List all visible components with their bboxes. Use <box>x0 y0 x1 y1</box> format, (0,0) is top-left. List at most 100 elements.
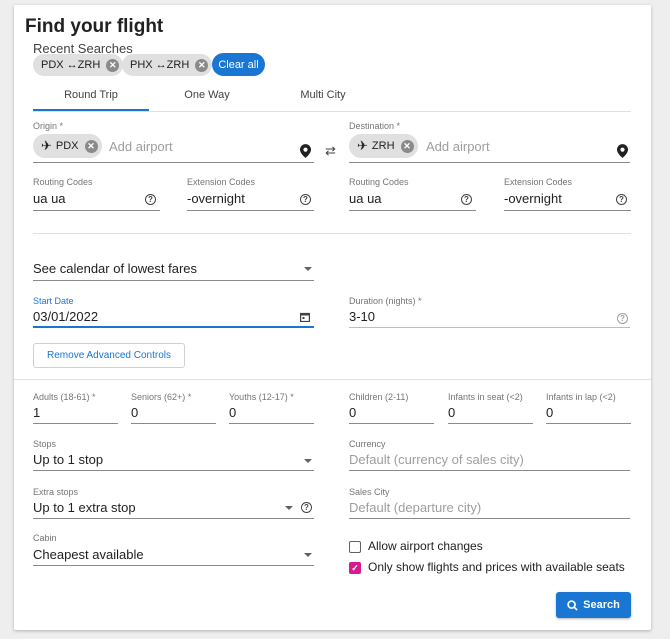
swap-icon[interactable]: ⇄ <box>325 143 336 159</box>
help-icon[interactable]: ? <box>145 194 156 205</box>
youths-input[interactable]: 0 <box>229 405 236 420</box>
routing-codes-label: Routing Codes <box>33 177 93 187</box>
help-icon[interactable]: ? <box>617 313 628 324</box>
destination-label: Destination * <box>349 121 401 131</box>
seniors-label: Seniors (62+) * <box>131 392 192 402</box>
children-input[interactable]: 0 <box>349 405 356 420</box>
remove-chip-icon[interactable]: ✕ <box>195 58 209 72</box>
chevron-down-icon[interactable] <box>304 459 312 463</box>
search-button-label: Search <box>583 599 620 611</box>
extra-stops-select[interactable]: Up to 1 extra stop <box>33 500 136 515</box>
calendar-icon[interactable] <box>300 312 310 322</box>
tab-round-trip[interactable]: Round Trip <box>33 89 149 101</box>
clear-all-button[interactable]: Clear all <box>212 53 265 76</box>
chevron-down-icon[interactable] <box>304 553 312 557</box>
page-title: Find your flight <box>25 16 164 37</box>
routing-codes-underline <box>33 210 160 211</box>
search-icon <box>567 599 578 611</box>
youths-label: Youths (12-17) * <box>229 392 294 402</box>
cabin-label: Cabin <box>33 533 57 543</box>
youths-underline <box>229 423 314 424</box>
help-icon[interactable]: ? <box>461 194 472 205</box>
recent-search-chip[interactable]: PDX ↔ZRH ✕ <box>33 54 124 76</box>
cabin-select[interactable]: Cheapest available <box>33 547 144 562</box>
duration-label: Duration (nights) * <box>349 296 422 306</box>
infants-lap-label: Infants in lap (<2) <box>546 392 616 402</box>
infants-seat-underline <box>448 423 533 424</box>
origin-label: Origin * <box>33 121 64 131</box>
routing-codes-input[interactable]: ua ua <box>33 191 66 206</box>
available-seats-label: Only show flights and prices with availa… <box>368 560 625 574</box>
sales-city-label: Sales City <box>349 487 390 497</box>
remove-chip-icon[interactable]: ✕ <box>106 58 120 72</box>
infants-seat-input[interactable]: 0 <box>448 405 455 420</box>
flight-search-card: Find your flight Recent Searches PDX ↔ZR… <box>14 5 651 630</box>
start-date-input[interactable]: 03/01/2022 <box>33 309 98 324</box>
extension-codes-input[interactable]: -overnight <box>187 191 245 206</box>
extension-codes-label: Extension Codes <box>504 177 573 187</box>
infants-lap-input[interactable]: 0 <box>546 405 553 420</box>
remove-chip-icon[interactable]: ✕ <box>84 139 98 153</box>
extension-codes-underline <box>187 210 314 211</box>
recent-search-label: PDX ↔ZRH <box>41 59 101 71</box>
plane-icon: ✈ <box>41 138 52 153</box>
recent-search-chip[interactable]: PHX ↔ZRH ✕ <box>122 54 213 76</box>
extension-codes-label: Extension Codes <box>187 177 256 187</box>
tab-multi-city[interactable]: Multi City <box>265 89 381 101</box>
infants-seat-label: Infants in seat (<2) <box>448 392 523 402</box>
calendar-select[interactable]: See calendar of lowest fares <box>33 261 197 276</box>
cabin-underline <box>33 565 314 566</box>
routing-codes-underline <box>349 210 476 211</box>
start-date-label: Start Date <box>33 296 74 306</box>
children-underline <box>349 423 434 424</box>
routing-codes-input[interactable]: ua ua <box>349 191 382 206</box>
help-icon[interactable]: ? <box>616 194 627 205</box>
allow-airport-changes-label: Allow airport changes <box>368 539 483 553</box>
stops-select[interactable]: Up to 1 stop <box>33 452 103 467</box>
remove-advanced-controls-button[interactable]: Remove Advanced Controls <box>33 343 185 368</box>
adults-label: Adults (18-61) * <box>33 392 96 402</box>
tabs-divider <box>33 111 631 112</box>
sales-city-underline <box>349 518 630 519</box>
recent-search-label: PHX ↔ZRH <box>130 59 190 71</box>
origin-input[interactable]: Add airport <box>109 139 173 154</box>
location-pin-icon[interactable] <box>617 144 628 158</box>
section-divider <box>14 379 651 380</box>
children-label: Children (2-11) <box>349 392 409 402</box>
tab-one-way[interactable]: One Way <box>149 89 265 101</box>
extra-stops-label: Extra stops <box>33 487 79 497</box>
location-pin-icon[interactable] <box>300 144 311 158</box>
start-date-underline <box>33 326 314 328</box>
sales-city-input[interactable]: Default (departure city) <box>349 500 481 515</box>
adults-input[interactable]: 1 <box>33 405 40 420</box>
routing-codes-label: Routing Codes <box>349 177 409 187</box>
duration-input[interactable]: 3-10 <box>349 309 375 324</box>
destination-airport-chip[interactable]: ✈ ZRH ✕ <box>349 134 418 158</box>
currency-input[interactable]: Default (currency of sales city) <box>349 452 524 467</box>
extension-codes-input[interactable]: -overnight <box>504 191 562 206</box>
currency-label: Currency <box>349 439 386 449</box>
section-divider <box>33 233 631 234</box>
chevron-down-icon[interactable] <box>285 506 293 510</box>
help-icon[interactable]: ? <box>300 194 311 205</box>
origin-airport-code: PDX <box>55 140 79 152</box>
allow-airport-changes-checkbox[interactable] <box>349 541 361 553</box>
origin-airport-chip[interactable]: ✈ PDX ✕ <box>33 134 102 158</box>
infants-lap-underline <box>546 423 631 424</box>
plane-icon: ✈ <box>357 138 368 153</box>
extra-stops-underline <box>33 518 314 519</box>
help-icon[interactable]: ? <box>301 502 312 513</box>
search-button[interactable]: Search <box>556 592 631 618</box>
destination-airport-code: ZRH <box>371 140 395 152</box>
active-tab-indicator <box>33 109 149 111</box>
seniors-input[interactable]: 0 <box>131 405 138 420</box>
duration-underline <box>349 327 630 328</box>
available-seats-checkbox[interactable]: ✓ <box>349 562 361 574</box>
remove-chip-icon[interactable]: ✕ <box>400 139 414 153</box>
chevron-down-icon[interactable] <box>304 267 312 271</box>
destination-underline <box>349 162 630 163</box>
adults-underline <box>33 423 118 424</box>
calendar-underline <box>33 280 314 281</box>
destination-input[interactable]: Add airport <box>426 139 490 154</box>
origin-underline <box>33 162 314 163</box>
